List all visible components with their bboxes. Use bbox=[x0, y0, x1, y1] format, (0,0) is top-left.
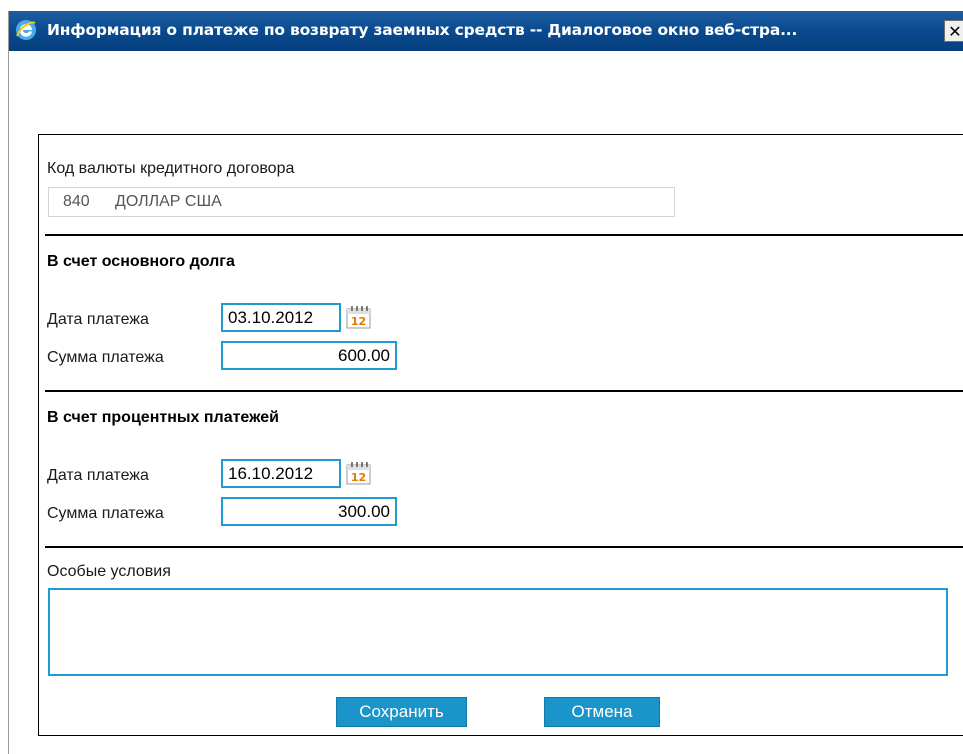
interest-date-label: Дата платежа bbox=[47, 467, 149, 484]
close-button[interactable]: ✕ bbox=[944, 20, 963, 42]
close-icon: ✕ bbox=[948, 21, 962, 41]
currency-display: 840 ДОЛЛАР США bbox=[48, 187, 675, 217]
interest-sum-input[interactable] bbox=[221, 497, 397, 526]
divider bbox=[45, 234, 963, 236]
principal-date-input[interactable] bbox=[221, 303, 341, 332]
interest-section-title: В счет процентных платежей bbox=[47, 409, 279, 426]
window-title: Информация о платеже по возврату заемных… bbox=[47, 21, 798, 39]
divider bbox=[45, 546, 963, 548]
conditions-textarea[interactable] bbox=[48, 588, 948, 676]
title-bar[interactable]: Информация о платеже по возврату заемных… bbox=[9, 11, 963, 51]
interest-sum-label: Сумма платежа bbox=[47, 505, 164, 522]
calendar-icon[interactable]: 12 bbox=[346, 461, 372, 485]
interest-date-input[interactable] bbox=[221, 459, 341, 488]
save-button[interactable]: Сохранить bbox=[336, 697, 467, 727]
payment-form: Код валюты кредитного договора 840 ДОЛЛА… bbox=[38, 134, 963, 736]
divider bbox=[45, 390, 963, 392]
conditions-label: Особые условия bbox=[47, 563, 171, 580]
dialog-window: Информация о платеже по возврату заемных… bbox=[8, 11, 963, 754]
calendar-icon-number: 12 bbox=[351, 471, 366, 484]
calendar-icon-number: 12 bbox=[351, 315, 366, 328]
currency-name: ДОЛЛАР США bbox=[115, 193, 222, 210]
currency-label: Код валюты кредитного договора bbox=[47, 160, 295, 177]
principal-sum-input[interactable] bbox=[221, 341, 397, 370]
principal-sum-label: Сумма платежа bbox=[47, 349, 164, 366]
cancel-button[interactable]: Отмена bbox=[544, 697, 660, 727]
calendar-icon[interactable]: 12 bbox=[346, 305, 372, 329]
currency-code: 840 bbox=[63, 193, 90, 210]
principal-section-title: В счет основного долга bbox=[47, 253, 235, 270]
ie-icon bbox=[16, 20, 36, 40]
principal-date-label: Дата платежа bbox=[47, 311, 149, 328]
